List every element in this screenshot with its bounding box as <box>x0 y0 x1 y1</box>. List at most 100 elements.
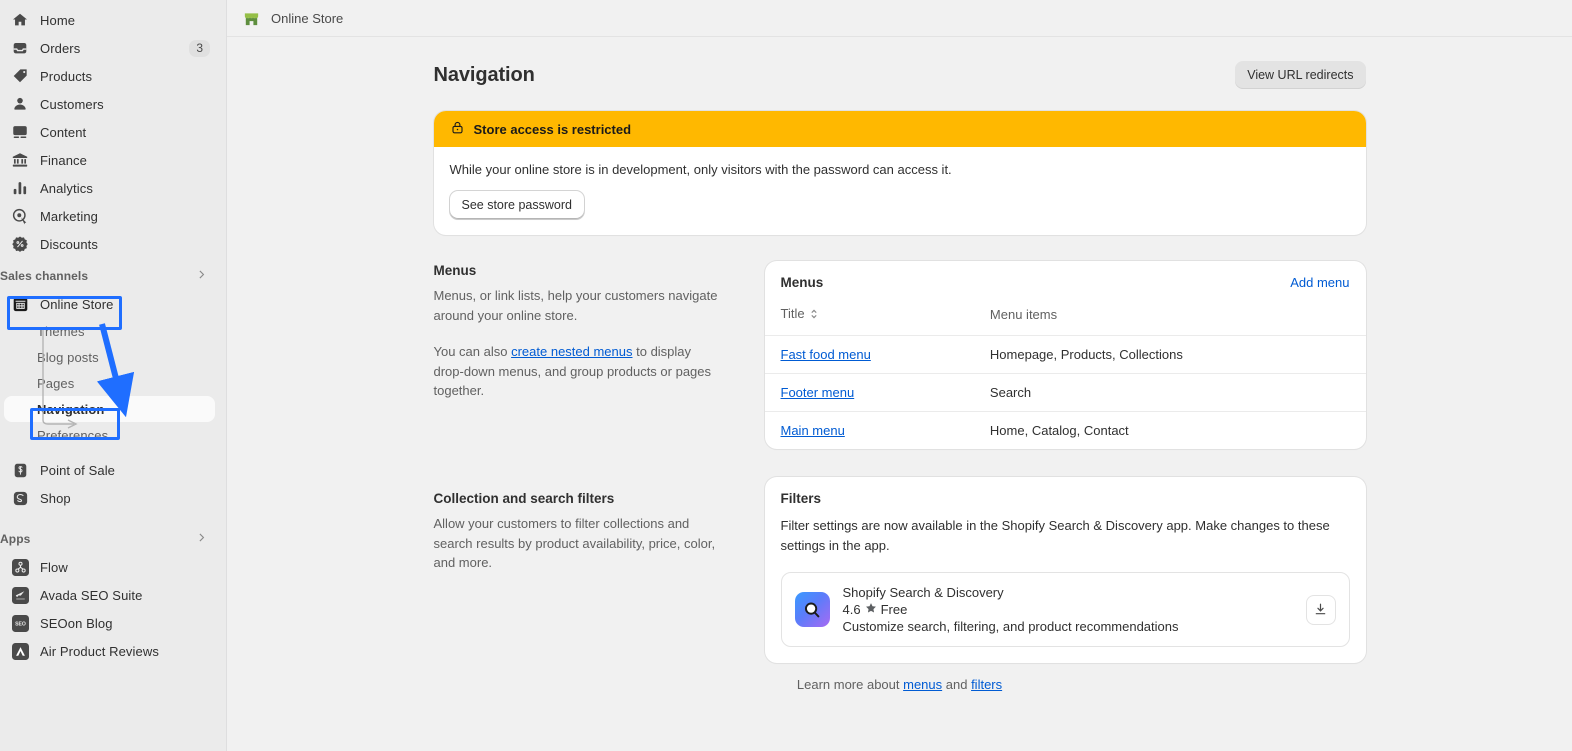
sidebar-item-themes[interactable]: Themes <box>4 318 215 344</box>
search-discovery-app-icon <box>794 592 830 627</box>
sidebar-item-blog-posts[interactable]: Blog posts <box>4 344 215 370</box>
bank-icon <box>10 150 30 170</box>
sidebar: Home Orders 3 Products Customers Content… <box>0 0 227 751</box>
sidebar-item-marketing[interactable]: Marketing <box>4 202 218 230</box>
pos-icon <box>10 460 30 480</box>
sidebar-item-air-product-reviews[interactable]: Air Product Reviews <box>4 637 218 665</box>
green-store-icon <box>242 9 261 28</box>
sidebar-item-label: Content <box>40 124 87 140</box>
sidebar-item-customers[interactable]: Customers <box>4 90 218 118</box>
create-nested-menus-link[interactable]: create nested menus <box>511 344 632 359</box>
menus-row: Menus Menus, or link lists, help your cu… <box>434 261 1366 449</box>
menu-link[interactable]: Fast food menu <box>781 347 871 362</box>
sidebar-item-avada-seo-suite[interactable]: Avada SEO Suite <box>4 581 218 609</box>
top-bar: Online Store <box>227 0 1572 37</box>
app-name: Shopify Search & Discovery <box>842 585 1004 600</box>
sidebar-item-online-store[interactable]: Online Store <box>4 290 218 318</box>
menus-col-items: Menu items <box>989 307 1058 322</box>
sidebar-item-label: Customers <box>40 96 104 112</box>
store-access-banner: Store access is restricted While your on… <box>433 111 1366 235</box>
menus-paragraph-2-prefix: You can also <box>433 344 512 359</box>
menu-link[interactable]: Footer menu <box>781 385 855 400</box>
table-row[interactable]: Footer menu Search <box>764 373 1366 412</box>
menu-title-cell: Footer menu <box>764 373 980 412</box>
chevron-right-icon[interactable] <box>195 268 208 284</box>
discount-badge-icon <box>10 234 30 254</box>
app-price: Free <box>880 602 908 617</box>
menu-link[interactable]: Main menu <box>781 423 845 438</box>
person-icon <box>10 94 30 114</box>
sidebar-item-label: Home <box>40 12 76 28</box>
menu-title-cell: Main menu <box>764 411 980 449</box>
sidebar-item-orders[interactable]: Orders 3 <box>4 34 218 62</box>
filters-heading: Collection and search filters <box>433 491 615 506</box>
home-icon <box>10 10 30 30</box>
menus-col-title-label: Title <box>780 306 805 321</box>
sidebar-item-label: Avada SEO Suite <box>40 587 143 603</box>
apps-label: Apps <box>0 532 31 546</box>
sidebar-item-label: Air Product Reviews <box>40 643 159 659</box>
main-area: Online Store Navigation View URL redirec… <box>227 0 1572 751</box>
learn-more-middle: and <box>942 677 972 692</box>
add-menu-link[interactable]: Add menu <box>1290 275 1349 290</box>
apps-section-header[interactable]: Apps <box>0 529 218 549</box>
filters-help-link[interactable]: filters <box>971 677 1002 692</box>
table-row[interactable]: Fast food menu Homepage, Products, Colle… <box>764 335 1366 374</box>
shop-icon <box>10 488 30 508</box>
learn-more-footer: Learn more about menus and filters <box>434 677 1366 692</box>
sidebar-item-label: Discounts <box>40 236 98 252</box>
page-header: Navigation View URL redirects <box>434 61 1366 89</box>
sales-channels-section-header[interactable]: Sales channels <box>0 266 218 286</box>
menus-table-header-row: Title Menu items <box>765 302 1366 336</box>
banner-title: Store access is restricted <box>473 121 632 137</box>
sidebar-item-content[interactable]: Content <box>4 118 218 146</box>
lock-icon <box>450 120 465 138</box>
filters-card-title: Filters <box>780 491 822 506</box>
filters-description-col: Collection and search filters Allow your… <box>434 477 721 663</box>
menus-help-link[interactable]: menus <box>903 677 942 692</box>
app-recommendation-card[interactable]: Shopify Search & Discovery 4.6 Free Cust… <box>780 572 1350 647</box>
sidebar-item-label: Navigation <box>37 401 105 417</box>
sidebar-item-navigation[interactable]: Navigation <box>4 396 215 422</box>
menu-title-cell: Fast food menu <box>764 335 980 374</box>
banner-header: Store access is restricted <box>433 111 1366 147</box>
sidebar-item-label: Online Store <box>40 296 114 312</box>
see-store-password-button[interactable]: See store password <box>449 191 584 219</box>
table-row[interactable]: Main menu Home, Catalog, Contact <box>764 411 1366 449</box>
menus-card-header: Menus Add menu <box>765 261 1366 302</box>
sidebar-item-analytics[interactable]: Analytics <box>4 174 218 202</box>
page-title: Navigation <box>433 63 535 86</box>
sort-chevrons-icon[interactable] <box>809 308 819 323</box>
menus-paragraph-2: You can also create nested menus to disp… <box>434 342 721 401</box>
view-url-redirects-button[interactable]: View URL redirects <box>1235 61 1366 89</box>
image-content-icon <box>10 122 30 142</box>
sidebar-item-pages[interactable]: Pages <box>4 370 215 396</box>
svg-text:SEO: SEO <box>15 621 26 627</box>
sidebar-item-label: Preferences <box>37 427 109 443</box>
topbar-title: Online Store <box>271 10 344 26</box>
sidebar-item-seoon-blog[interactable]: SEO SEOon Blog <box>4 609 218 637</box>
banner-description: While your online store is in developmen… <box>449 162 952 177</box>
filters-row: Collection and search filters Allow your… <box>434 477 1366 663</box>
sidebar-item-shop[interactable]: Shop <box>4 484 218 512</box>
sidebar-item-finance[interactable]: Finance <box>4 146 218 174</box>
app-root: Home Orders 3 Products Customers Content… <box>0 0 1572 751</box>
sidebar-item-flow[interactable]: Flow <box>4 553 218 581</box>
menus-heading: Menus <box>433 263 477 278</box>
menus-col-title[interactable]: Title <box>765 302 980 336</box>
orders-inbox-icon <box>10 38 30 58</box>
sidebar-item-point-of-sale[interactable]: Point of Sale <box>4 456 218 484</box>
chevron-right-icon[interactable] <box>195 531 208 547</box>
air-reviews-app-icon <box>10 641 30 661</box>
sidebar-item-products[interactable]: Products <box>4 62 218 90</box>
filters-card-description: Filter settings are now available in the… <box>780 518 1330 553</box>
menu-items-cell: Home, Catalog, Contact <box>979 411 1366 449</box>
download-icon[interactable] <box>1305 594 1336 625</box>
sidebar-item-label: Analytics <box>40 180 93 196</box>
flow-app-icon <box>10 557 30 577</box>
sidebar-item-preferences[interactable]: Preferences <box>4 422 215 448</box>
sidebar-item-label: Point of Sale <box>40 462 116 478</box>
sidebar-item-discounts[interactable]: Discounts <box>4 230 218 258</box>
sidebar-item-label: Finance <box>40 152 87 168</box>
sidebar-item-home[interactable]: Home <box>4 6 218 34</box>
